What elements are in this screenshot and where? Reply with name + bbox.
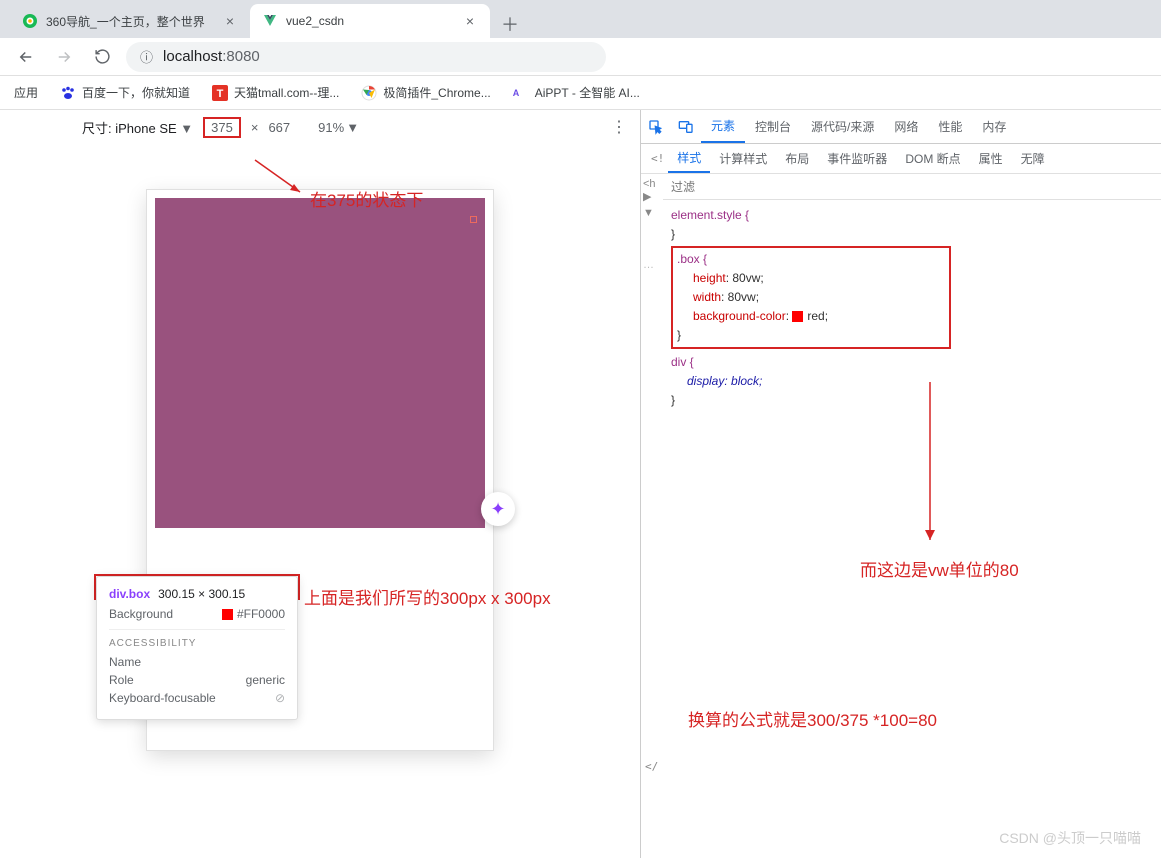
back-button[interactable]	[12, 43, 40, 71]
url-port: :8080	[222, 48, 260, 65]
filter-row	[663, 174, 1161, 200]
site-info-icon[interactable]: ⓘ	[140, 47, 153, 66]
subtab-computed[interactable]: 计算样式	[710, 144, 776, 173]
tab-network[interactable]: 网络	[884, 110, 928, 143]
element-tooltip: div.box 300.15 × 300.15 Background #FF0000…	[96, 576, 298, 720]
bookmark-label: AiPPT - 全智能 AI...	[535, 84, 640, 101]
device-toolbar: 尺寸: iPhone SE ▼ 375 × 667 91% ▼ ⋮	[0, 110, 640, 144]
bookmarks-bar: 应用 百度一下，你就知道 T 天猫tmall.com--理... 极简插件_Ch…	[0, 76, 1161, 110]
bookmark-tmall[interactable]: T 天猫tmall.com--理...	[212, 84, 339, 101]
elements-gutter: <h ▶ ▼ …	[641, 174, 663, 858]
devtools-tabs: 元素 控制台 源代码/来源 网络 性能 内存	[641, 110, 1161, 144]
tab-title-1: vue2_csdn	[286, 14, 456, 28]
tab-title-0: 360导航_一个主页，整个世界	[46, 13, 216, 30]
tooltip-dims: 300.15 × 300.15	[158, 587, 245, 601]
tooltip-role-label: Role	[109, 673, 134, 687]
kebab-icon[interactable]: ⋮	[611, 117, 628, 137]
chrome-icon	[361, 85, 377, 101]
inspect-icon[interactable]	[641, 119, 671, 135]
color-swatch-icon	[222, 609, 233, 620]
favicon-360-icon	[22, 13, 38, 29]
box-element[interactable]	[155, 198, 485, 528]
tab-1[interactable]: vue2_csdn ×	[250, 4, 490, 38]
elements-comment: <!	[651, 152, 664, 165]
tooltip-name-label: Name	[109, 655, 141, 669]
subtab-dom-bp[interactable]: DOM 断点	[896, 144, 969, 173]
zoom-selector[interactable]: 91% ▼	[318, 120, 359, 135]
elements-row: <h ▶ ▼ … element.style { } .box { height…	[641, 174, 1161, 858]
bookmark-chrome-ext[interactable]: 极简插件_Chrome...	[361, 84, 490, 101]
css-pane[interactable]: element.style { } .box { height: 80vw; w…	[663, 200, 1161, 416]
bookmark-label: 百度一下，你就知道	[82, 84, 190, 101]
bookmark-label: 天猫tmall.com--理...	[234, 84, 339, 101]
viewport-wrap: ✦	[0, 144, 640, 858]
tab-memory[interactable]: 内存	[972, 110, 1016, 143]
tab-strip: 360导航_一个主页，整个世界 × vue2_csdn × ＋	[0, 0, 1161, 38]
sparkle-icon[interactable]: ✦	[481, 492, 515, 526]
subtab-layout[interactable]: 布局	[776, 144, 818, 173]
tab-console[interactable]: 控制台	[745, 110, 801, 143]
subtab-props[interactable]: 属性	[970, 144, 1012, 173]
subtab-styles[interactable]: 样式	[668, 144, 710, 173]
filter-input[interactable]	[671, 180, 1153, 194]
tooltip-acc-header: ACCESSIBILITY	[109, 629, 285, 649]
viewport-height[interactable]: 667	[268, 120, 290, 135]
aippt-icon: A	[513, 85, 529, 101]
tooltip-bg-value: #FF0000	[237, 607, 285, 621]
address-bar: ⓘ localhost:8080	[0, 38, 1161, 76]
tooltip-kbd-label: Keyboard-focusable	[109, 691, 216, 705]
watermark: CSDN @头顶一只喵喵	[999, 828, 1141, 848]
viewport-width[interactable]: 375	[203, 117, 241, 138]
new-tab-button[interactable]: ＋	[496, 10, 524, 38]
left-pane: 尺寸: iPhone SE ▼ 375 × 667 91% ▼ ⋮ ✦	[0, 110, 640, 858]
svg-text:T: T	[217, 88, 224, 100]
tooltip-bg-label: Background	[109, 607, 173, 621]
color-swatch-icon[interactable]	[792, 311, 803, 322]
tab-performance[interactable]: 性能	[928, 110, 972, 143]
subtab-events[interactable]: 事件监听器	[818, 144, 896, 173]
bookmark-baidu[interactable]: 百度一下，你就知道	[60, 84, 190, 101]
reload-button[interactable]	[88, 43, 116, 71]
tab-0[interactable]: 360导航_一个主页，整个世界 ×	[10, 4, 250, 38]
dim-separator: ×	[251, 120, 259, 135]
tab-elements[interactable]: 元素	[701, 110, 745, 143]
tab-sources[interactable]: 源代码/来源	[801, 110, 884, 143]
no-icon: ⊘	[275, 691, 285, 705]
close-icon[interactable]: ×	[222, 13, 238, 29]
apps-label[interactable]: 应用	[14, 84, 38, 101]
url-field[interactable]: ⓘ localhost:8080	[126, 42, 606, 72]
favicon-vue-icon	[262, 13, 278, 29]
main-row: 尺寸: iPhone SE ▼ 375 × 667 91% ▼ ⋮ ✦ 元素 控…	[0, 110, 1161, 858]
url-host: localhost	[163, 48, 222, 65]
selection-marker-icon	[470, 216, 477, 223]
tooltip-role-value: generic	[246, 673, 285, 687]
styles-subtabs: <! 样式 计算样式 布局 事件监听器 DOM 断点 属性 无障	[641, 144, 1161, 174]
styles-column: element.style { } .box { height: 80vw; w…	[663, 174, 1161, 858]
paw-icon	[60, 85, 76, 101]
device-selector[interactable]: 尺寸: iPhone SE ▼	[82, 118, 193, 137]
bookmark-label: 极简插件_Chrome...	[383, 84, 490, 101]
tmall-icon: T	[212, 85, 228, 101]
close-tag: </	[645, 757, 658, 776]
close-icon[interactable]: ×	[462, 13, 478, 29]
box-rule: .box { height: 80vw; width: 80vw; backgr…	[671, 246, 951, 349]
subtab-a11y[interactable]: 无障	[1012, 144, 1054, 173]
devtools-pane: 元素 控制台 源代码/来源 网络 性能 内存 <! 样式 计算样式 布局 事件监…	[640, 110, 1161, 858]
forward-button[interactable]	[50, 43, 78, 71]
device-toggle-icon[interactable]	[671, 119, 701, 135]
tooltip-selector: div.box	[109, 587, 150, 601]
bookmark-aippt[interactable]: A AiPPT - 全智能 AI...	[513, 84, 640, 101]
